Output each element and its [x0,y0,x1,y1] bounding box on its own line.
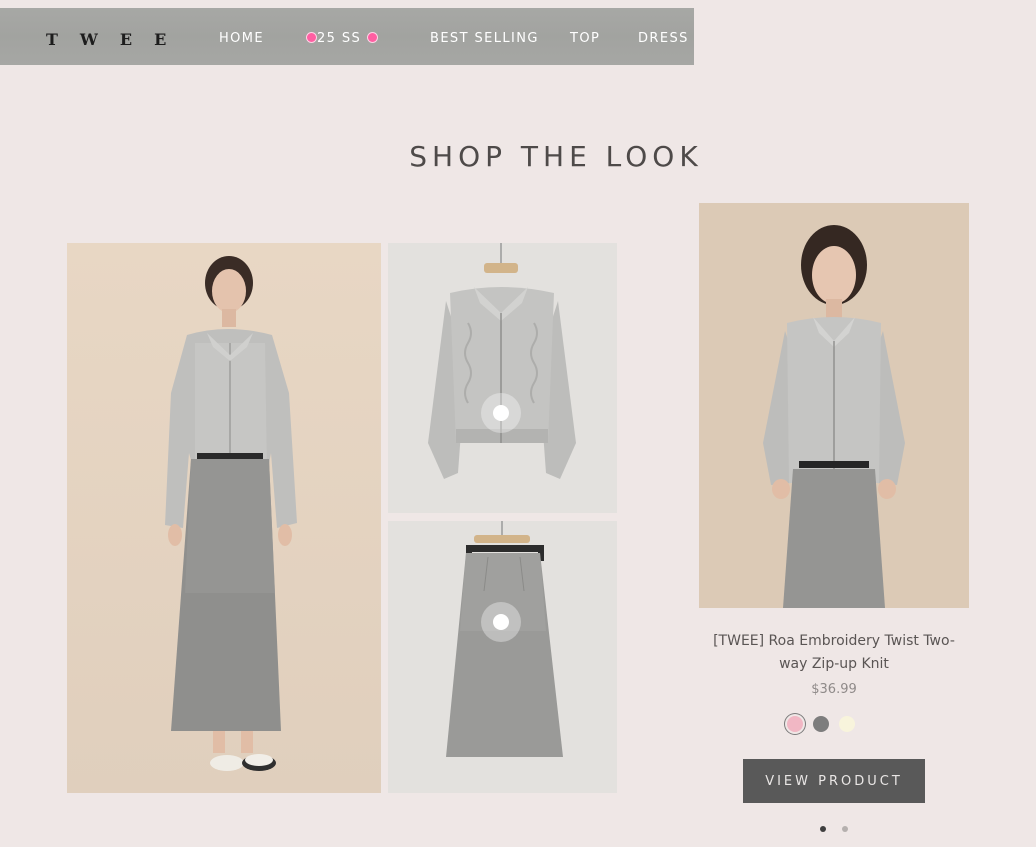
color-swatch-cream[interactable] [839,716,855,732]
nav-item-home[interactable]: HOME [219,31,264,46]
color-swatch-pink[interactable] [787,716,803,732]
look-item-skirt [388,521,617,793]
heart-icon [367,32,378,43]
skirt-illustration [388,521,617,793]
nav-item-top[interactable]: TOP [570,31,600,46]
logo-letter: E [154,30,167,49]
cardigan-illustration [388,243,617,513]
nav-item-25ss[interactable]: 25 SS [306,31,378,46]
carousel-dot-active[interactable] [820,826,826,832]
section-title: SHOP THE LOOK [409,140,703,174]
top-navigation: T W E E HOME 25 SS BEST SELLING TOP DRESS [0,8,694,65]
logo-letter: T [46,30,58,49]
model-illustration [67,243,381,793]
logo-letter: E [119,30,133,49]
product-model-illustration [699,203,969,608]
nav-item-label: 25 SS [317,31,362,46]
product-name[interactable]: [TWEE] Roa Embroidery Twist Two-way Zip-… [699,630,969,676]
product-hotspot-cardigan[interactable] [481,393,521,433]
view-product-button[interactable]: VIEW PRODUCT [743,759,925,803]
heart-icon [306,32,317,43]
logo-letter: W [79,30,98,49]
look-item-cardigan [388,243,617,513]
nav-item-dress[interactable]: DRESS [638,31,689,46]
product-image[interactable] [699,203,969,608]
nav-item-best-selling[interactable]: BEST SELLING [430,31,539,46]
carousel-dot[interactable] [842,826,848,832]
product-hotspot-skirt[interactable] [481,602,521,642]
brand-logo[interactable]: TWEE [46,30,188,49]
look-model-photo [67,243,381,793]
product-price: $36.99 [811,682,857,697]
color-swatch-gray[interactable] [813,716,829,732]
